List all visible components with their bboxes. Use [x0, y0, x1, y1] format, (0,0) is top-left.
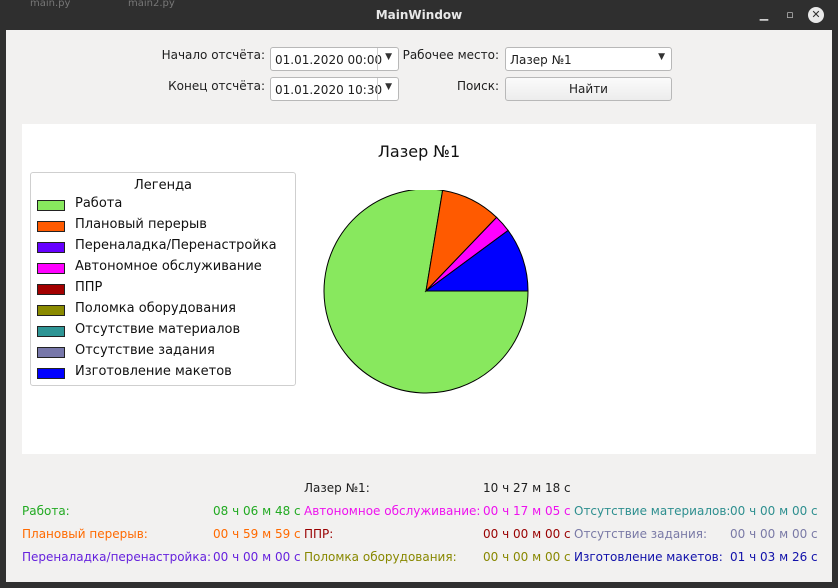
start-datetime-value: 01.01.2020 00:00 — [275, 53, 383, 67]
end-label: Конец отсчёта: — [168, 79, 265, 93]
stat-value: 08 ч 06 м 48 с — [213, 504, 301, 518]
chart-legend: Легенда Работа Плановый перерыв Переналадк… — [30, 172, 296, 386]
legend-label: ППР — [75, 280, 103, 295]
stat-label: Работа: — [22, 504, 70, 518]
legend-swatch — [37, 368, 65, 379]
legend-swatch — [37, 305, 65, 316]
legend-label: Изготовление макетов — [75, 364, 232, 379]
start-datetime-field[interactable]: 01.01.2020 00:00 ▼ — [270, 47, 399, 71]
stat-total-value: 10 ч 27 м 18 с — [483, 481, 571, 495]
main-window: main.py main2.py MainWindow ▁ ▫ ✕ Начало… — [0, 0, 838, 588]
search-label: Поиск: — [456, 79, 499, 93]
legend-label: Переналадка/Перенастройка — [75, 238, 277, 253]
stat-label: Отсутствие задания: — [574, 527, 708, 541]
stat-value: 00 ч 17 м 05 с — [483, 504, 571, 518]
stat-value: 00 ч 00 м 00 с — [483, 527, 571, 541]
stat-value: 00 ч 00 м 00 с — [730, 504, 818, 518]
legend-label: Отсутствие задания — [75, 343, 215, 358]
legend-swatch — [37, 284, 65, 295]
legend-label: Поломка оборудования — [75, 301, 236, 316]
workplace-value: Лазер №1 — [510, 53, 572, 67]
search-button[interactable]: Найти — [505, 77, 672, 101]
stat-label: Плановый перерыв: — [22, 527, 148, 541]
legend-swatch — [37, 242, 65, 253]
legend-label: Автономное обслуживание — [75, 259, 262, 274]
legend-label: Работа — [75, 196, 123, 211]
legend-title: Легенда — [133, 178, 193, 193]
stat-label: Переналадка/перенастройка: — [22, 550, 211, 564]
stat-total-label: Лазер №1: — [304, 481, 370, 495]
stat-value: 00 ч 00 м 00 с — [483, 550, 571, 564]
stat-value: 01 ч 03 м 26 с — [730, 550, 818, 564]
legend-swatch — [37, 347, 65, 358]
chart-area: Лазер №1 Легенда Работа Плановый перерыв П… — [22, 124, 816, 454]
stat-value: 00 ч 00 м 00 с — [213, 550, 301, 564]
combo-separator — [377, 78, 378, 100]
client-area: Начало отсчёта: 01.01.2020 00:00 ▼ Конец… — [6, 30, 832, 582]
close-icon[interactable]: ✕ — [808, 7, 824, 23]
combo-separator — [377, 48, 378, 70]
legend-swatch — [37, 263, 65, 274]
chart-title: Лазер №1 — [377, 142, 461, 161]
minimize-icon[interactable]: ▁ — [756, 7, 772, 23]
workplace-select[interactable]: Лазер №1 ▼ — [505, 47, 672, 71]
background-tab: main2.py — [128, 0, 175, 8]
end-datetime-field[interactable]: 01.01.2020 10:30 ▼ — [270, 77, 399, 101]
workplace-label: Рабочее место: — [402, 48, 499, 62]
chevron-down-icon[interactable]: ▼ — [658, 52, 665, 62]
legend-label: Плановый перерыв — [75, 217, 207, 232]
pie-chart — [323, 190, 529, 394]
maximize-icon[interactable]: ▫ — [782, 7, 798, 23]
stat-value: 00 ч 00 м 00 с — [730, 527, 818, 541]
stat-label: Поломка оборудования: — [304, 550, 457, 564]
legend-swatch — [37, 221, 65, 232]
stat-label: ППР: — [304, 527, 334, 541]
background-tab: main.py — [30, 0, 71, 8]
stat-label: Изготовление макетов: — [574, 550, 723, 564]
legend-swatch — [37, 326, 65, 337]
stat-value: 00 ч 59 м 59 с — [213, 527, 301, 541]
stat-label: Автономное обслуживание: — [304, 504, 481, 518]
end-datetime-value: 01.01.2020 10:30 — [275, 83, 383, 97]
start-label: Начало отсчёта: — [161, 48, 265, 62]
stat-label: Отсутствие материалов: — [574, 504, 731, 518]
legend-swatch — [37, 200, 65, 211]
legend-label: Отсутствие материалов — [75, 322, 241, 337]
title-bar[interactable]: main.py main2.py MainWindow ▁ ▫ ✕ — [0, 0, 838, 30]
window-title: MainWindow — [375, 8, 463, 22]
